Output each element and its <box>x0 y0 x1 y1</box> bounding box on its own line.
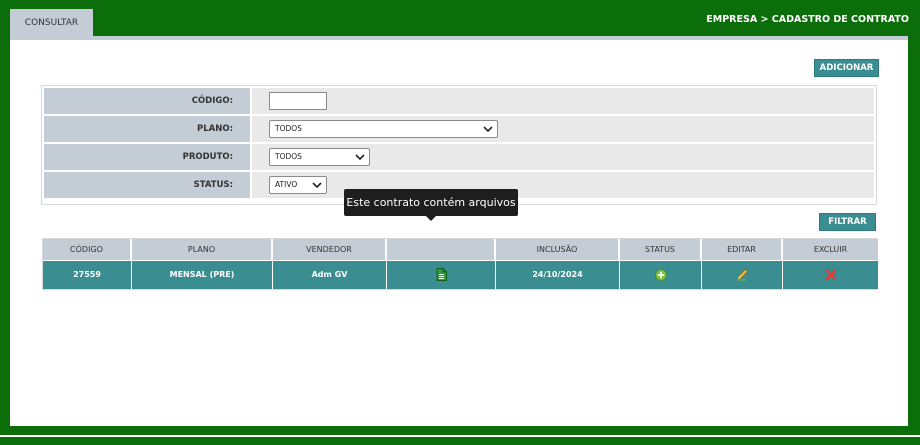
header-inclusao: INCLUSÃO <box>496 239 620 260</box>
produto-field-cell: TODOS <box>252 144 874 170</box>
cell-arquivos <box>387 261 496 289</box>
chevron-down-icon <box>355 154 365 161</box>
footer-divider <box>0 435 920 437</box>
produto-label: PRODUTO: <box>44 144 250 170</box>
file-icon[interactable] <box>436 268 447 281</box>
header-status: STATUS <box>620 239 702 260</box>
form-row-produto: PRODUTO: TODOS <box>44 144 874 170</box>
filter-button[interactable]: FILTRAR <box>819 213 876 231</box>
cell-inclusao: 24/10/2024 <box>496 261 620 289</box>
header-excluir: EXCLUIR <box>783 239 878 260</box>
table-row: 27559 MENSAL (PRE) Adm GV 24/10/2024 <box>43 261 878 289</box>
tooltip: Este contrato contém arquivos <box>344 189 518 216</box>
cell-editar <box>702 261 783 289</box>
tooltip-arrow <box>426 216 436 221</box>
codigo-input[interactable] <box>269 92 327 110</box>
status-select[interactable]: ATIVO <box>269 176 327 194</box>
cell-vendedor: Adm GV <box>273 261 387 289</box>
header-codigo: CÓDIGO <box>43 239 132 260</box>
cell-status <box>620 261 702 289</box>
produto-select-value: TODOS <box>275 152 302 161</box>
header-plano: PLANO <box>132 239 273 260</box>
table-header: CÓDIGO PLANO VENDEDOR INCLUSÃO STATUS ED… <box>43 239 878 260</box>
top-bar: CONSULTAR EMPRESA > CADASTRO DE CONTRATO <box>0 0 920 37</box>
plano-label: PLANO: <box>44 116 250 142</box>
codigo-field-cell <box>252 88 874 114</box>
add-button[interactable]: ADICIONAR <box>814 59 879 77</box>
plano-field-cell: TODOS <box>252 116 874 142</box>
breadcrumb: EMPRESA > CADASTRO DE CONTRATO <box>706 14 909 25</box>
contracts-table: CÓDIGO PLANO VENDEDOR INCLUSÃO STATUS ED… <box>42 238 878 290</box>
form-row-plano: PLANO: TODOS <box>44 116 874 142</box>
status-select-value: ATIVO <box>275 180 298 189</box>
cell-plano: MENSAL (PRE) <box>132 261 273 289</box>
status-label: STATUS: <box>44 172 250 198</box>
add-circle-icon[interactable] <box>654 268 667 281</box>
pencil-icon[interactable] <box>736 268 749 281</box>
chevron-down-icon <box>312 182 322 189</box>
form-row-codigo: CÓDIGO: <box>44 88 874 114</box>
codigo-label: CÓDIGO: <box>44 88 250 114</box>
chevron-down-icon <box>483 126 493 133</box>
header-editar: EDITAR <box>702 239 783 260</box>
header-arquivos <box>387 239 496 260</box>
cell-excluir <box>783 261 878 289</box>
delete-x-icon[interactable] <box>825 269 837 281</box>
tab-consultar[interactable]: CONSULTAR <box>10 9 93 37</box>
filter-form: CÓDIGO: PLANO: TODOS PRODUTO: TODOS STAT… <box>41 85 877 205</box>
content-panel: ADICIONAR CÓDIGO: PLANO: TODOS PRODUTO: … <box>10 40 908 426</box>
plano-select-value: TODOS <box>275 124 302 133</box>
cell-codigo: 27559 <box>43 261 132 289</box>
header-vendedor: VENDEDOR <box>273 239 387 260</box>
plano-select[interactable]: TODOS <box>269 120 498 138</box>
produto-select[interactable]: TODOS <box>269 148 370 166</box>
